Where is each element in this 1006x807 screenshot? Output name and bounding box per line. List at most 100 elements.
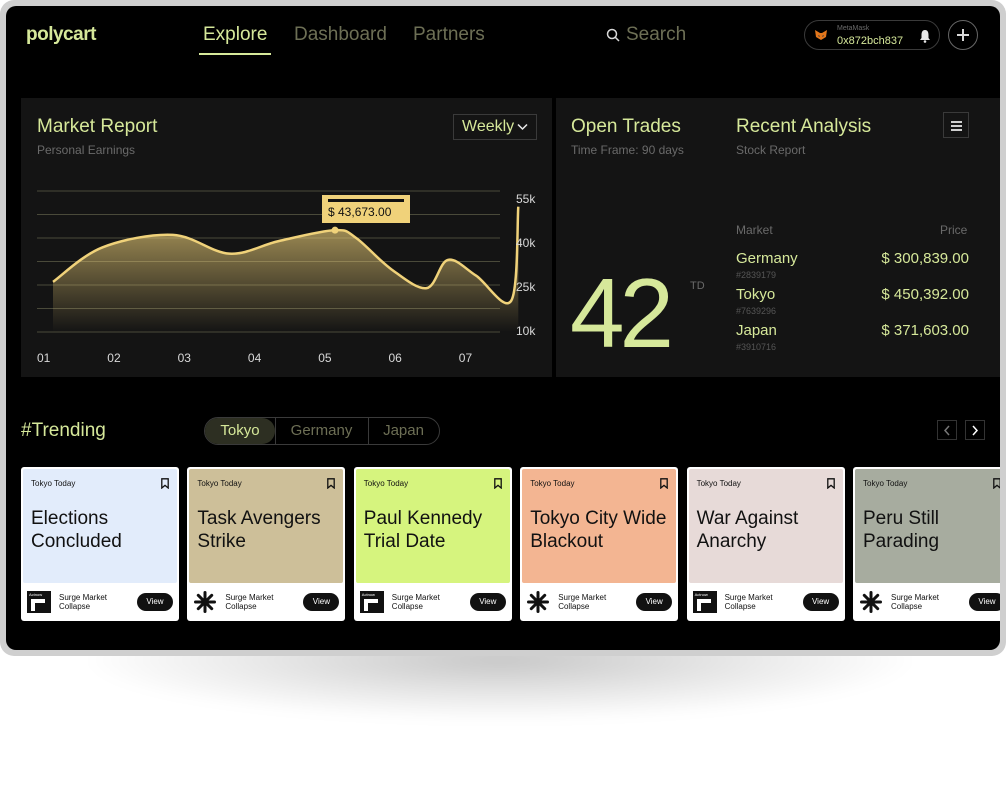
open-trades-count: 42 xyxy=(570,258,674,368)
market-row-name: Tokyo xyxy=(736,286,776,303)
card-footer-line: Surge Market xyxy=(891,593,940,602)
view-button[interactable]: View xyxy=(636,593,673,611)
card-footer-line: Surge Market xyxy=(724,593,773,602)
card-title: Tokyo City Wide Blackout xyxy=(530,508,667,552)
tooltip-bar xyxy=(328,199,404,202)
card-title: Paul Kennedy Trial Date xyxy=(363,508,483,552)
x-tick-label: 07 xyxy=(458,351,473,365)
filter-tokyo[interactable]: Tokyo xyxy=(205,418,275,444)
market-row-id: #3910716 xyxy=(736,342,777,352)
card-header: Tokyo Today Tokyo City Wide Blackout xyxy=(522,469,677,583)
card-title: War Against Anarchy xyxy=(696,508,799,552)
bookmark-icon[interactable] xyxy=(660,478,669,489)
card-title: Elections Concluded xyxy=(31,508,122,552)
news-card[interactable]: Tokyo Today War Against Anarchy Actnow Surg… xyxy=(686,467,845,621)
news-card[interactable]: Tokyo Today Paul Kennedy Trial Date Actnow… xyxy=(353,467,512,621)
bookmark-icon[interactable] xyxy=(493,478,502,489)
bookmark-icon[interactable] xyxy=(826,478,835,489)
card-header: Tokyo Today Peru Still Parading xyxy=(855,469,1000,583)
view-button[interactable]: View xyxy=(303,593,340,611)
actnow-logo-icon: Actnow xyxy=(27,591,51,613)
actnow-logo-icon: Actnow xyxy=(692,591,717,613)
card-footer: Surge Market Collapse xyxy=(392,593,440,611)
actnow-logo-icon: Actnow xyxy=(359,591,384,613)
filter-japan[interactable]: Japan xyxy=(368,418,439,444)
card-source: Tokyo Today xyxy=(863,479,908,488)
news-card[interactable]: Tokyo Today Elections Concluded Actnow Surg… xyxy=(21,467,179,621)
card-footer-line: Surge Market xyxy=(558,593,607,602)
card-footer: Surge Market Collapse xyxy=(59,593,107,611)
tooltip-value: $ 43,673.00 xyxy=(328,205,392,219)
filter-germany[interactable]: Germany xyxy=(275,418,368,444)
chart-area xyxy=(53,206,519,332)
x-tick-label: 06 xyxy=(388,351,402,365)
card-footer: Surge Market Collapse xyxy=(725,593,773,611)
news-card[interactable]: Tokyo Today Task Avengers Strike Surge Mar… xyxy=(187,467,346,621)
card-footer-line: Collapse xyxy=(724,602,756,611)
y-tick-label: 10k xyxy=(516,324,536,338)
card-source: Tokyo Today xyxy=(197,479,242,488)
market-row-name: Germany xyxy=(736,250,798,267)
card-footer-line: Collapse xyxy=(59,602,91,611)
carousel-prev-button[interactable] xyxy=(937,420,957,440)
card-title: Peru Still Parading xyxy=(863,508,940,552)
card-footer-line: Collapse xyxy=(391,602,423,611)
chart-tooltip: $ 43,673.00 xyxy=(322,195,410,223)
open-trades-title: Open Trades xyxy=(571,116,681,137)
view-button[interactable]: View xyxy=(969,593,1000,611)
hamburger-icon xyxy=(951,121,962,123)
market-row-name: Japan xyxy=(736,322,777,339)
card-footer-line: Surge Market xyxy=(225,593,274,602)
view-button[interactable]: View xyxy=(802,593,839,611)
open-trades-subtitle: Time Frame: 90 days xyxy=(571,143,684,157)
view-button[interactable]: View xyxy=(137,593,173,611)
column-header-price: Price xyxy=(940,223,968,237)
analysis-menu-button[interactable] xyxy=(943,112,969,138)
chevron-left-icon xyxy=(943,425,950,436)
news-card[interactable]: Tokyo Today Peru Still Parading Surge Mark… xyxy=(853,467,1000,621)
asterisk-logo-icon xyxy=(194,591,217,613)
card-footer-line: Surge Market xyxy=(59,593,108,602)
card-footer-line: Collapse xyxy=(225,602,257,611)
card-header: Tokyo Today Task Avengers Strike xyxy=(189,469,344,583)
bookmark-icon[interactable] xyxy=(993,478,1000,489)
recent-analysis-title: Recent Analysis xyxy=(736,116,872,137)
view-button[interactable]: View xyxy=(469,593,506,611)
asterisk-logo-icon xyxy=(860,591,882,613)
y-tick-label: 25k xyxy=(516,280,536,294)
card-footer-line: Surge Market xyxy=(391,593,440,602)
trending-filter: Tokyo Germany Japan xyxy=(204,417,440,445)
y-tick-label: 40k xyxy=(516,236,536,250)
asterisk-logo-icon xyxy=(527,591,550,613)
card-footer: Surge Market Collapse xyxy=(558,593,606,611)
card-source: Tokyo Today xyxy=(530,479,575,488)
recent-analysis-subtitle: Stock Report xyxy=(736,143,806,157)
card-footer: Surge Market Collapse xyxy=(225,593,273,611)
y-tick-label: 55k xyxy=(516,192,536,206)
column-header-market: Market xyxy=(736,223,773,237)
card-source: Tokyo Today xyxy=(363,479,409,488)
market-row-price: $ 300,839.00 xyxy=(881,250,969,267)
card-footer-line: Collapse xyxy=(558,602,590,611)
card-header: Tokyo Today War Against Anarchy xyxy=(688,469,843,583)
card-source: Tokyo Today xyxy=(31,479,76,488)
trending-title: #Trending xyxy=(21,420,106,441)
open-trades-suffix: TD xyxy=(690,280,705,292)
device-frame: polycart Explore Dashboard Partners Sear… xyxy=(0,0,1006,656)
x-tick-label: 04 xyxy=(247,351,262,365)
carousel-next-button[interactable] xyxy=(965,420,985,440)
card-footer-line: Collapse xyxy=(891,602,923,611)
news-card[interactable]: Tokyo Today Tokyo City Wide Blackout Surge… xyxy=(520,467,679,621)
chevron-right-icon xyxy=(972,425,979,436)
market-row-price: $ 450,392.00 xyxy=(881,286,969,303)
card-header: Tokyo Today Elections Concluded xyxy=(23,469,177,583)
app-screen: polycart Explore Dashboard Partners Sear… xyxy=(6,6,1000,650)
bookmark-icon[interactable] xyxy=(161,478,169,489)
bookmark-icon[interactable] xyxy=(327,478,336,489)
market-row-id: #2839179 xyxy=(736,270,777,280)
card-title: Task Avengers Strike xyxy=(197,508,321,552)
x-tick-label: 01 xyxy=(37,351,51,365)
card-footer: Surge Market Collapse xyxy=(891,593,939,611)
card-header: Tokyo Today Paul Kennedy Trial Date xyxy=(355,469,510,583)
x-tick-label: 05 xyxy=(318,351,332,365)
